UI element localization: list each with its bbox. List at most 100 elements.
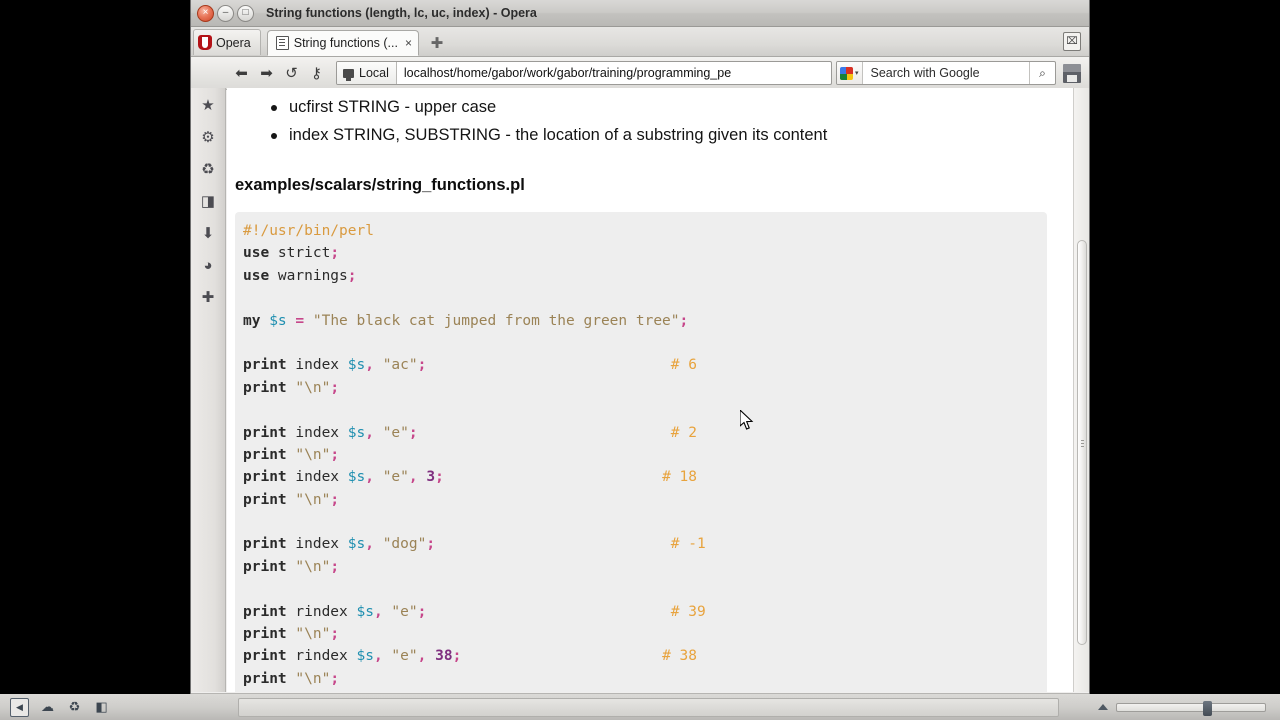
reload-icon[interactable]: ↺ — [279, 61, 304, 85]
desktop-taskbar: ◀ ☁ ♻ ◧ — [0, 694, 1280, 720]
code-token: ; — [330, 491, 340, 508]
code-token: "e" — [373, 469, 409, 486]
show-desktop-icon[interactable]: ◀ — [10, 697, 29, 717]
code-token: index — [286, 424, 348, 441]
example-file-heading: examples/scalars/string_functions.pl — [235, 176, 525, 194]
search-engine-selector[interactable]: ▾ — [837, 62, 863, 84]
code-token: ; — [435, 469, 444, 486]
slider-knob[interactable] — [1203, 700, 1212, 716]
taskbar-window-list[interactable] — [238, 697, 1059, 717]
window-titlebar: × – □ String functions (length, lc, uc, … — [191, 0, 1089, 27]
code-line: print "\n"; — [243, 489, 1047, 511]
page-vertical-scrollbar[interactable] — [1073, 88, 1089, 692]
code-token: "e" — [373, 424, 409, 441]
code-token: $s — [347, 424, 366, 441]
code-token: index — [286, 357, 348, 374]
code-token: print — [243, 446, 287, 463]
code-token: print — [243, 424, 287, 441]
code-token: , — [373, 603, 383, 620]
code-line: print "\n"; — [243, 623, 1047, 645]
code-token: , — [365, 357, 374, 374]
scrollbar-thumb[interactable] — [1077, 240, 1087, 645]
screen: × – □ String functions (length, lc, uc, … — [0, 0, 1280, 720]
taskbar-launchers: ◀ ☁ ♻ ◧ — [0, 694, 232, 720]
code-token: index — [286, 536, 348, 553]
opera-menu-label: Opera — [216, 35, 251, 50]
code-token: $s — [347, 536, 366, 553]
code-token: # 2 — [670, 424, 697, 441]
code-token: print — [243, 648, 287, 665]
settings-gear-icon[interactable]: ⚙ — [197, 126, 219, 148]
code-token: ; — [330, 558, 340, 575]
tab-bar: Opera String functions (... × ✚ ⌧ — [191, 27, 1089, 57]
tab-bar-menu-button[interactable]: ⌧ — [1063, 32, 1081, 51]
search-box[interactable]: ▾ Search with Google ⌕ — [836, 61, 1056, 85]
opera-browser-window: × – □ String functions (length, lc, uc, … — [190, 0, 1090, 720]
window-maximize-button[interactable]: □ — [237, 4, 254, 22]
url-text[interactable]: localhost/home/gabor/work/gabor/training… — [397, 62, 831, 84]
add-panel-icon[interactable]: ✚ — [197, 286, 219, 308]
window-close-button[interactable]: × — [197, 4, 214, 22]
address-bar[interactable]: Local localhost/home/gabor/work/gabor/tr… — [336, 61, 832, 85]
chevron-down-icon[interactable]: ▾ — [855, 69, 859, 77]
code-token: $s — [347, 469, 366, 486]
downloads-icon[interactable]: ⬇ — [197, 222, 219, 244]
code-token: "\n" — [286, 379, 331, 396]
code-line: print index $s, "e", 3; # 18 — [243, 466, 1047, 488]
code-token: # 18 — [662, 469, 697, 486]
sync-share-icon[interactable]: ♻ — [197, 158, 219, 180]
code-token: strict — [269, 245, 331, 262]
code-token: print — [243, 626, 287, 643]
page-favicon-icon — [275, 36, 289, 50]
code-token: print — [243, 536, 287, 553]
cloud-icon[interactable]: ☁ — [39, 699, 56, 716]
opera-menu-button[interactable]: Opera — [193, 29, 261, 55]
search-icon[interactable]: ⌕ — [1029, 62, 1055, 84]
code-token: $s — [269, 312, 287, 329]
window-minimize-button[interactable]: – — [217, 4, 234, 22]
google-icon — [840, 66, 853, 80]
code-token: ; — [408, 424, 418, 441]
security-key-icon[interactable]: ⚷ — [304, 61, 329, 85]
zone-label: Local — [359, 66, 389, 80]
code-token: "dog" — [373, 536, 427, 553]
side-panel-bar: ★ ⚙ ♻ ◨ ⬇ ◕ ✚ — [191, 88, 226, 692]
code-token: # 39 — [670, 603, 706, 620]
code-token: "The black cat jumped from the green tre… — [304, 312, 680, 329]
history-clock-icon[interactable]: ◕ — [197, 254, 219, 276]
files-icon[interactable]: ◧ — [93, 699, 110, 716]
tab-label: String functions (... — [293, 36, 398, 50]
search-input[interactable]: Search with Google — [863, 62, 1029, 84]
notes-icon[interactable]: ◨ — [197, 190, 219, 212]
forward-arrow-icon[interactable]: ➡ — [254, 61, 279, 85]
new-tab-button[interactable]: ✚ — [429, 36, 445, 52]
list-item: ucfirst STRING - upper case — [271, 93, 1073, 121]
code-line: print index $s, "dog"; # -1 — [243, 533, 1047, 555]
code-token: rindex — [286, 648, 357, 665]
save-page-button[interactable] — [1063, 63, 1081, 83]
code-line: my $s = "The black cat jumped from the g… — [243, 310, 1047, 332]
tab-close-icon[interactable]: × — [403, 36, 412, 50]
code-token: "\n" — [286, 626, 331, 643]
network-share-icon[interactable]: ♻ — [66, 699, 83, 716]
volume-slider[interactable] — [1116, 700, 1266, 716]
code-token: 3 — [426, 469, 436, 486]
code-token: "ac" — [373, 357, 418, 374]
code-token: ; — [426, 536, 436, 553]
window-title: String functions (length, lc, uc, index)… — [266, 6, 537, 20]
code-token: 38 — [435, 648, 453, 665]
code-token: use — [243, 267, 270, 284]
volume-icon[interactable] — [1098, 704, 1108, 710]
tab-string-functions[interactable]: String functions (... × — [266, 30, 419, 56]
bookmarks-star-icon[interactable]: ★ — [197, 94, 219, 116]
back-arrow-icon[interactable]: ⬅ — [229, 61, 254, 85]
code-line: use strict; — [243, 242, 1047, 264]
taskbar-tray — [1065, 700, 1280, 716]
